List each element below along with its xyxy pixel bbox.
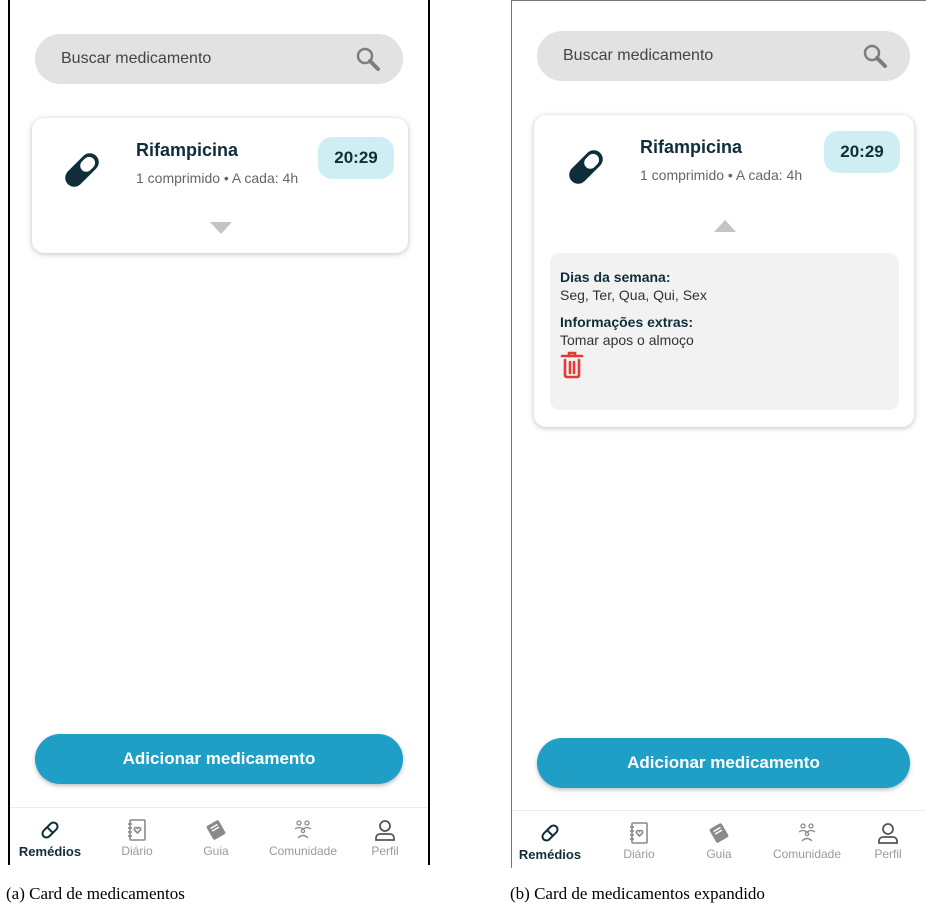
book-icon xyxy=(707,821,731,845)
nav-label: Comunidade xyxy=(268,844,338,858)
nav-label: Perfil xyxy=(371,844,399,858)
nav-label: Remédios xyxy=(518,847,582,862)
nav-item-remedios[interactable]: Remédios xyxy=(15,808,85,866)
extra-info-label: Informações extras: xyxy=(560,314,694,330)
medication-card-expanded[interactable]: Rifampicina 1 comprimido • A cada: 4h 20… xyxy=(534,115,914,427)
search-icon[interactable] xyxy=(355,46,381,72)
nav-label: Comunidade xyxy=(772,847,842,861)
nav-item-perfil[interactable]: Perfil xyxy=(858,811,918,869)
nav-label: Guia xyxy=(706,847,732,861)
screen-medications-expanded: Buscar medicamento Rifampicina 1 comprim… xyxy=(511,0,926,869)
time-badge: 20:29 xyxy=(318,137,394,179)
medication-details: Dias da semana: Seg, Ter, Qua, Qui, Sex … xyxy=(550,253,899,410)
search-bar[interactable]: Buscar medicamento xyxy=(537,31,910,81)
nav-item-diario[interactable]: Diário xyxy=(102,808,172,866)
nav-label: Perfil xyxy=(874,847,902,861)
nav-label: Remédios xyxy=(18,844,82,859)
pill-icon xyxy=(58,146,106,194)
medication-dosage: 1 comprimido • A cada: 4h xyxy=(640,167,803,183)
screen-medications-collapsed: Buscar medicamento Rifampicina 1 comprim… xyxy=(8,0,430,866)
nav-item-guia[interactable]: Guia xyxy=(684,811,754,869)
chevron-up-icon[interactable] xyxy=(714,220,736,232)
medication-name: Rifampicina xyxy=(640,137,743,157)
bottom-nav: Remédios Diário Guia Comunidade Perfil xyxy=(10,807,428,866)
search-input[interactable]: Buscar medicamento xyxy=(563,47,713,65)
pill-icon xyxy=(38,818,62,842)
journal-icon xyxy=(125,818,149,842)
nav-item-remedios[interactable]: Remédios xyxy=(515,811,585,869)
days-label: Dias da semana: xyxy=(560,269,671,285)
bottom-nav: Remédios Diário Guia Comunidade Perfil xyxy=(512,810,926,869)
nav-item-perfil[interactable]: Perfil xyxy=(355,808,415,866)
search-input[interactable]: Buscar medicamento xyxy=(61,50,211,68)
nav-item-diario[interactable]: Diário xyxy=(604,811,674,869)
search-bar[interactable]: Buscar medicamento xyxy=(35,34,403,84)
journal-icon xyxy=(627,821,651,845)
caption-b: (b) Card de medicamentos expandido xyxy=(510,884,765,903)
days-value: Seg, Ter, Qua, Qui, Sex xyxy=(560,287,707,303)
nav-item-guia[interactable]: Guia xyxy=(181,808,251,866)
pill-icon xyxy=(562,143,610,191)
caption-a: (a) Card de medicamentos xyxy=(6,884,185,903)
nav-item-comunidade[interactable]: Comunidade xyxy=(258,808,348,866)
trash-icon[interactable] xyxy=(560,351,584,379)
add-medication-button[interactable]: Adicionar medicamento xyxy=(35,734,403,784)
medication-name: Rifampicina xyxy=(136,140,239,160)
extra-info-value: Tomar apos o almoço xyxy=(560,332,694,348)
nav-label: Diário xyxy=(623,847,655,861)
nav-label: Diário xyxy=(121,844,153,858)
chevron-down-icon[interactable] xyxy=(210,222,232,234)
nav-item-comunidade[interactable]: Comunidade xyxy=(762,811,852,869)
medication-card[interactable]: Rifampicina 1 comprimido • A cada: 4h 20… xyxy=(32,118,408,253)
pill-icon xyxy=(538,821,562,845)
community-icon xyxy=(291,818,315,842)
book-icon xyxy=(204,818,228,842)
medication-dosage: 1 comprimido • A cada: 4h xyxy=(136,170,299,186)
community-icon xyxy=(795,821,819,845)
add-medication-button[interactable]: Adicionar medicamento xyxy=(537,738,910,788)
search-icon[interactable] xyxy=(862,43,888,69)
profile-icon xyxy=(876,821,900,845)
profile-icon xyxy=(373,818,397,842)
nav-label: Guia xyxy=(203,844,229,858)
time-badge: 20:29 xyxy=(824,131,900,173)
